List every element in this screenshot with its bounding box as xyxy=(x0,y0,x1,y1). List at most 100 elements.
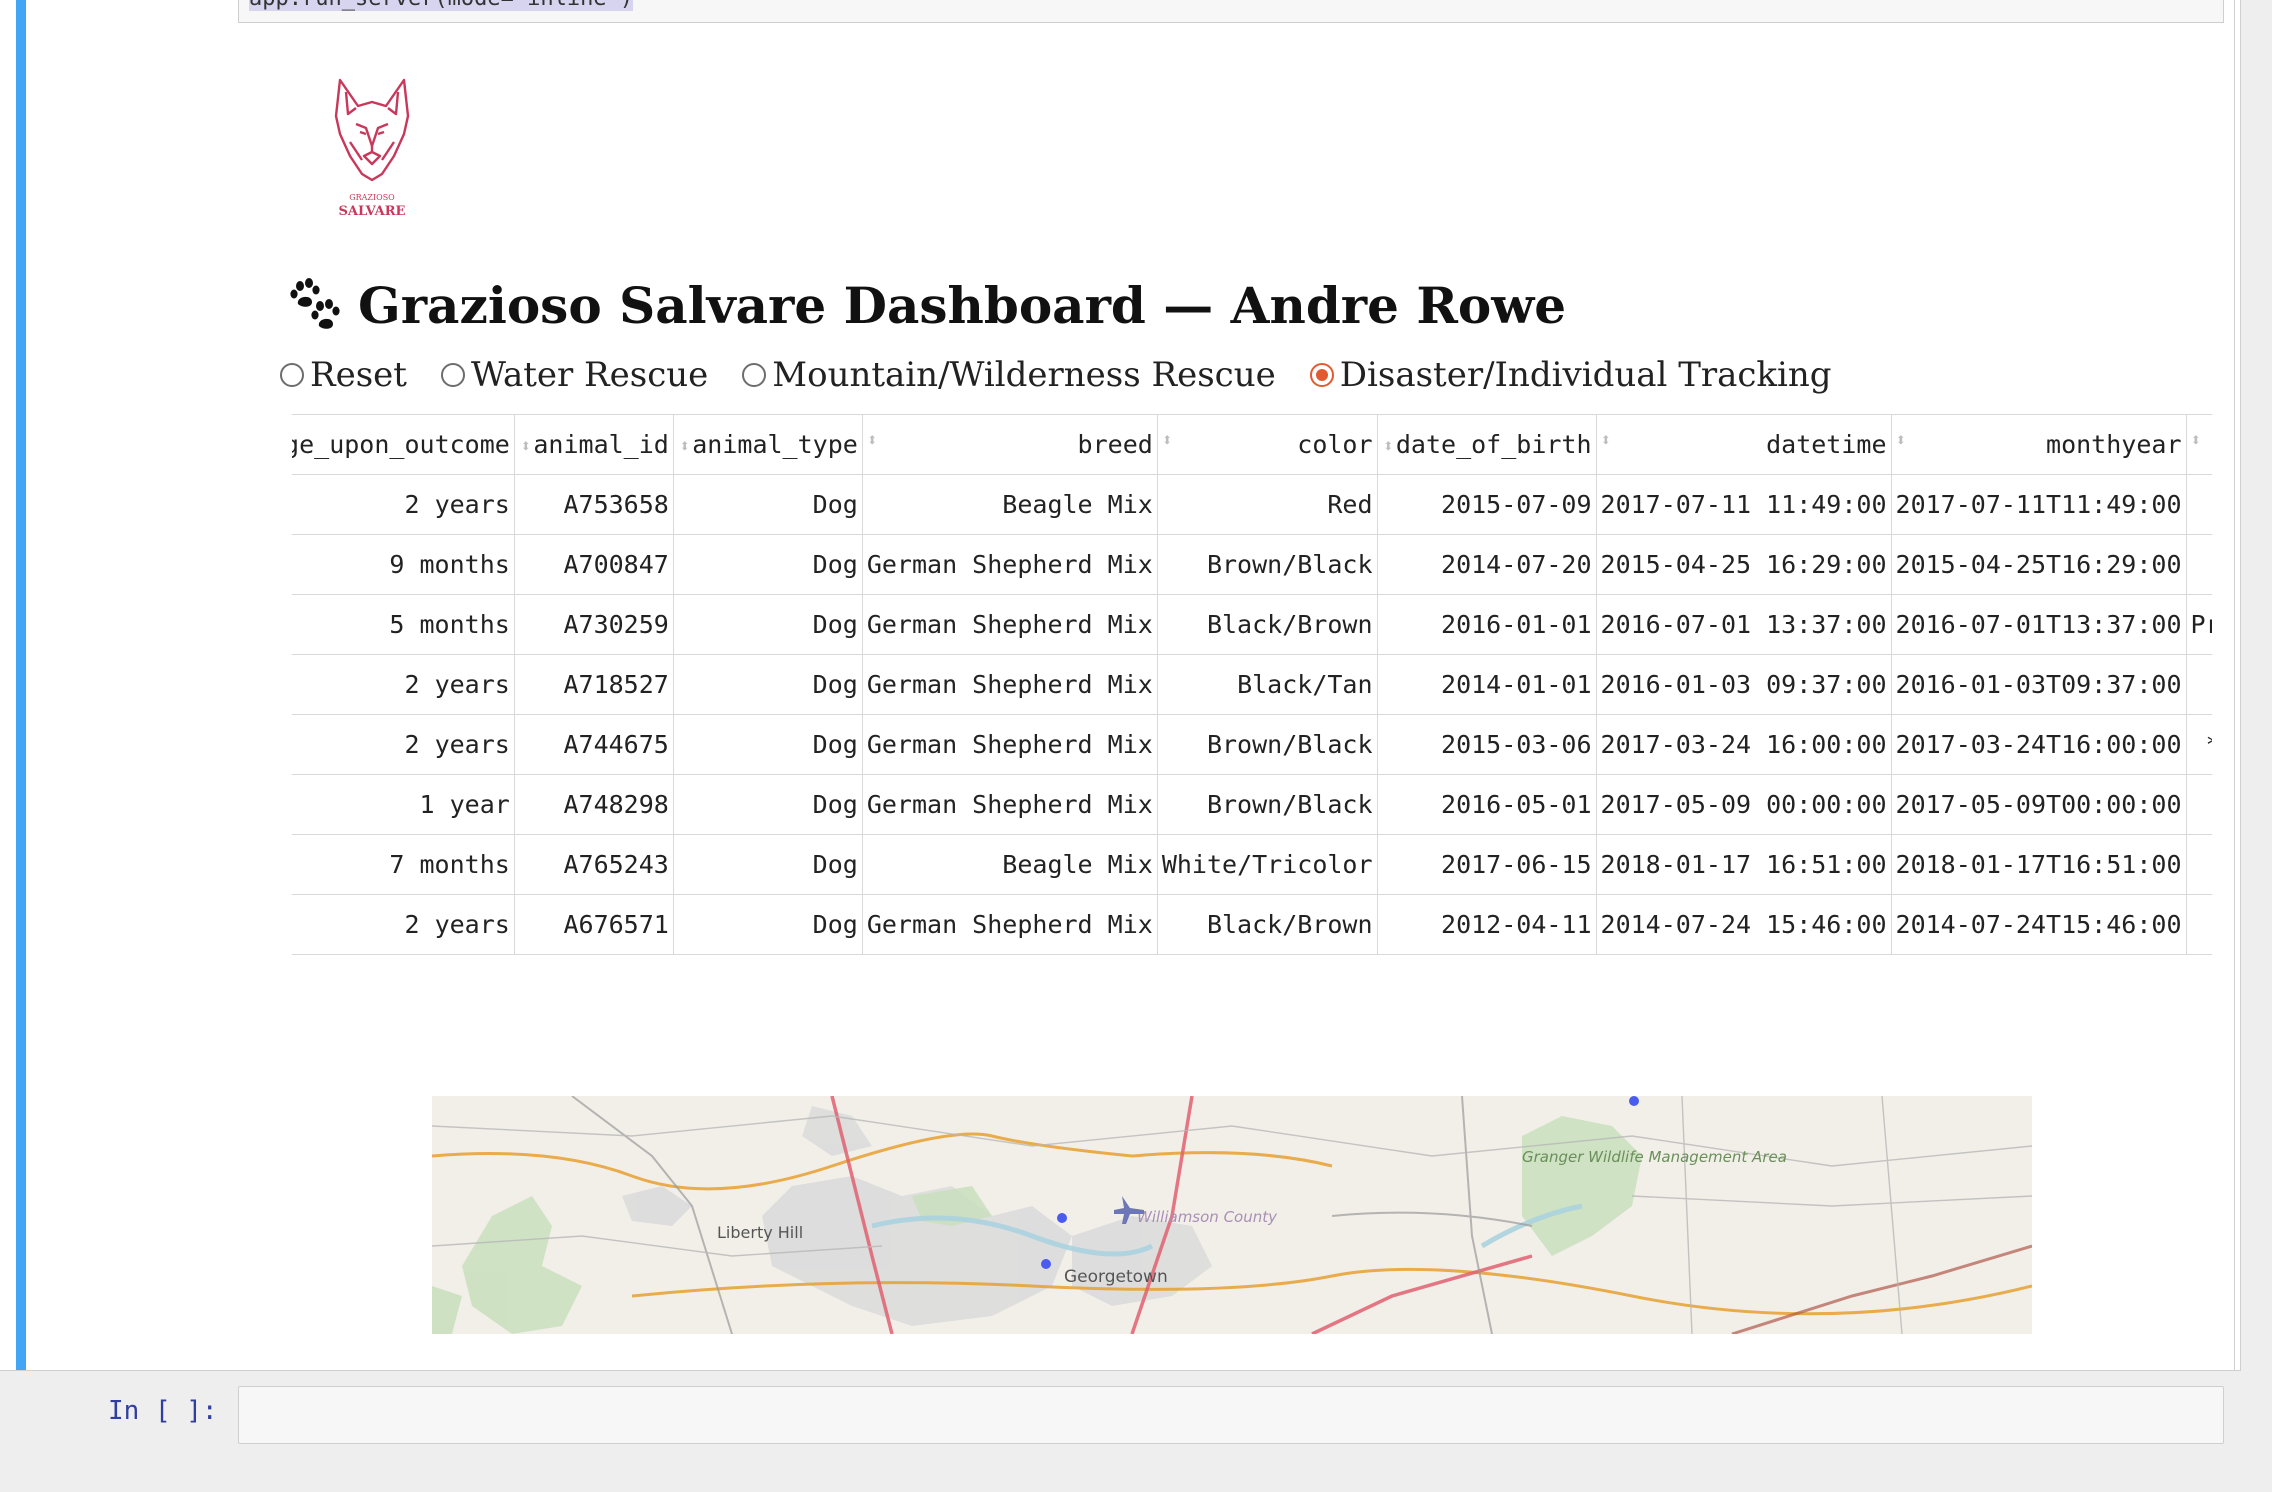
table-cell[interactable]: A730259 xyxy=(513,594,674,655)
filter-option-disaster-individual-tracking[interactable]: Disaster/Individual Tracking xyxy=(1309,355,1832,395)
table-cell[interactable]: German Shepherd Mix xyxy=(861,594,1158,655)
table-cell[interactable]: 2018-01-17 16:51:00 xyxy=(1595,834,1892,895)
table-cell[interactable]: 2 years xyxy=(292,474,515,535)
table-cell[interactable]: Dog xyxy=(672,894,863,955)
table-cell[interactable]: Sadie xyxy=(2185,774,2212,835)
table-cell[interactable]: Dog xyxy=(672,774,863,835)
table-cell[interactable]: 5 months xyxy=(292,594,515,655)
table-cell[interactable]: 2015-07-09 xyxy=(1376,474,1597,535)
table-cell[interactable]: 2016-01-01 xyxy=(1376,594,1597,655)
table-cell[interactable]: 2015-03-06 xyxy=(1376,714,1597,775)
code-cell-input[interactable]: app.run_server(mode='inline') xyxy=(238,0,2224,23)
table-cell[interactable]: Brown/Black xyxy=(1156,774,1378,835)
table-cell[interactable]: Dog xyxy=(672,594,863,655)
filter-option-mountain-wilderness-rescue[interactable]: Mountain/Wilderness Rescue xyxy=(742,355,1276,395)
column-header[interactable]: ⬍ datetime xyxy=(1595,414,1892,475)
sort-icon[interactable]: ⬍ xyxy=(1383,436,1394,457)
table-cell[interactable]: Beagle Mix xyxy=(861,474,1158,535)
table-cell[interactable]: A753658 xyxy=(513,474,674,535)
table-cell[interactable]: German Shepherd Mix xyxy=(861,774,1158,835)
table-cell[interactable]: Black/Tan xyxy=(1156,654,1378,715)
table-cell[interactable]: 2017-06-15 xyxy=(1376,834,1597,895)
table-cell[interactable]: Dog xyxy=(672,834,863,895)
table-cell[interactable]: Dog xyxy=(672,714,863,775)
table-cell[interactable]: Brown/Black xyxy=(1156,714,1378,775)
table-cell[interactable] xyxy=(2185,654,2212,715)
radio-circle[interactable] xyxy=(742,363,767,387)
column-header[interactable]: age_upon_outcome xyxy=(292,414,515,475)
table-cell[interactable]: Dog xyxy=(672,534,863,595)
map-marker[interactable] xyxy=(1057,1213,1067,1223)
table-cell[interactable]: Beagle Mix xyxy=(861,834,1158,895)
table-cell[interactable]: A718527 xyxy=(513,654,674,715)
column-header[interactable]: ⬍name xyxy=(2185,414,2212,475)
table-cell[interactable]: 2016-05-01 xyxy=(1376,774,1597,835)
table-cell[interactable]: German Shepherd Mix xyxy=(861,654,1158,715)
radio-circle[interactable] xyxy=(440,363,465,387)
column-header[interactable]: ⬍ breed xyxy=(861,414,1158,475)
table-cell[interactable]: 2017-03-24T16:00:00 xyxy=(1890,714,2187,775)
radio-circle-selected[interactable] xyxy=(1309,363,1334,387)
column-header[interactable]: ⬍animal_type xyxy=(672,414,863,475)
table-cell[interactable]: 2015-04-25 16:29:00 xyxy=(1595,534,1892,595)
table-cell[interactable]: 2018-01-17T16:51:00 xyxy=(1890,834,2187,895)
table-cell[interactable]: 2014-01-01 xyxy=(1376,654,1597,715)
table-cell[interactable]: 2016-01-03T09:37:00 xyxy=(1890,654,2187,715)
table-cell[interactable]: 2017-05-09 00:00:00 xyxy=(1595,774,1892,835)
table-cell[interactable]: 2016-01-03 09:37:00 xyxy=(1595,654,1892,715)
filter-option-reset[interactable]: Reset xyxy=(280,355,407,395)
table-cell[interactable]: 2017-03-24 16:00:00 xyxy=(1595,714,1892,775)
column-header[interactable]: ⬍animal_id xyxy=(513,414,674,475)
table-cell[interactable]: 2017-05-09T00:00:00 xyxy=(1890,774,2187,835)
table-cell[interactable]: German Shepherd Mix xyxy=(861,894,1158,955)
table-cell[interactable]: 7 months xyxy=(292,834,515,895)
table-cell[interactable]: 9 months xyxy=(292,534,515,595)
table-cell[interactable]: A765243 xyxy=(513,834,674,895)
sort-icon[interactable]: ⬍ xyxy=(1162,430,1173,451)
table-cell[interactable]: 2016-07-01 13:37:00 xyxy=(1595,594,1892,655)
table-cell[interactable]: 2014-07-24T15:46:00 xyxy=(1890,894,2187,955)
sort-icon[interactable]: ⬍ xyxy=(867,430,878,451)
table-cell[interactable]: Red xyxy=(1156,474,1378,535)
sort-icon[interactable]: ⬍ xyxy=(521,436,532,457)
table-cell[interactable]: German Shepherd Mix xyxy=(861,534,1158,595)
radio-circle[interactable] xyxy=(280,363,304,387)
table-cell[interactable]: Apple xyxy=(2185,894,2212,955)
table-cell[interactable]: 2016-07-01T13:37:00 xyxy=(1890,594,2187,655)
table-cell[interactable]: Dog xyxy=(672,654,863,715)
location-map[interactable]: Liberty Hill Georgetown Williamson Count… xyxy=(432,1096,2032,1334)
table-cell[interactable]: German Shepherd Mix xyxy=(861,714,1158,775)
table-cell[interactable] xyxy=(2185,474,2212,535)
table-cell[interactable]: A748298 xyxy=(513,774,674,835)
map-marker[interactable] xyxy=(1041,1259,1051,1269)
table-cell[interactable] xyxy=(2185,534,2212,595)
table-cell[interactable]: Brown/Black xyxy=(1156,534,1378,595)
table-cell[interactable]: 2017-07-11T11:49:00 xyxy=(1890,474,2187,535)
table-cell[interactable]: A744675 xyxy=(513,714,674,775)
sort-icon[interactable]: ⬍ xyxy=(1896,430,1907,451)
animal-data-table[interactable]: age_upon_outcome ⬍animal_id ⬍animal_type… xyxy=(292,414,2212,960)
table-cell[interactable]: Black/Brown xyxy=(1156,894,1378,955)
filter-option-water-rescue[interactable]: Water Rescue xyxy=(440,355,708,395)
column-header[interactable]: ⬍ monthyear xyxy=(1890,414,2187,475)
column-header[interactable]: ⬍date_of_birth xyxy=(1376,414,1597,475)
table-cell[interactable]: 2015-04-25T16:29:00 xyxy=(1890,534,2187,595)
table-cell[interactable]: 2017-07-11 11:49:00 xyxy=(1595,474,1892,535)
sort-icon[interactable]: ⬍ xyxy=(1601,430,1612,451)
table-cell[interactable]: A700847 xyxy=(513,534,674,595)
table-cell[interactable]: Dog xyxy=(672,474,863,535)
table-cell[interactable]: White/Tricolor xyxy=(1156,834,1378,895)
table-cell[interactable]: 2012-04-11 xyxy=(1376,894,1597,955)
empty-code-cell[interactable] xyxy=(238,1386,2224,1444)
table-cell[interactable]: 2014-07-24 15:46:00 xyxy=(1595,894,1892,955)
column-header[interactable]: ⬍ color xyxy=(1156,414,1378,475)
sort-icon[interactable]: ⬍ xyxy=(679,436,690,457)
map-marker[interactable] xyxy=(1629,1096,1639,1106)
table-cell[interactable]: 2 years xyxy=(292,714,515,775)
table-cell[interactable]: Black/Brown xyxy=(1156,594,1378,655)
table-cell[interactable]: *Hadley xyxy=(2185,714,2212,775)
table-cell[interactable]: Oreo xyxy=(2185,834,2212,895)
table-cell[interactable]: A676571 xyxy=(513,894,674,955)
sort-icon[interactable]: ⬍ xyxy=(2191,430,2202,451)
table-cell[interactable]: Princess xyxy=(2185,594,2212,655)
